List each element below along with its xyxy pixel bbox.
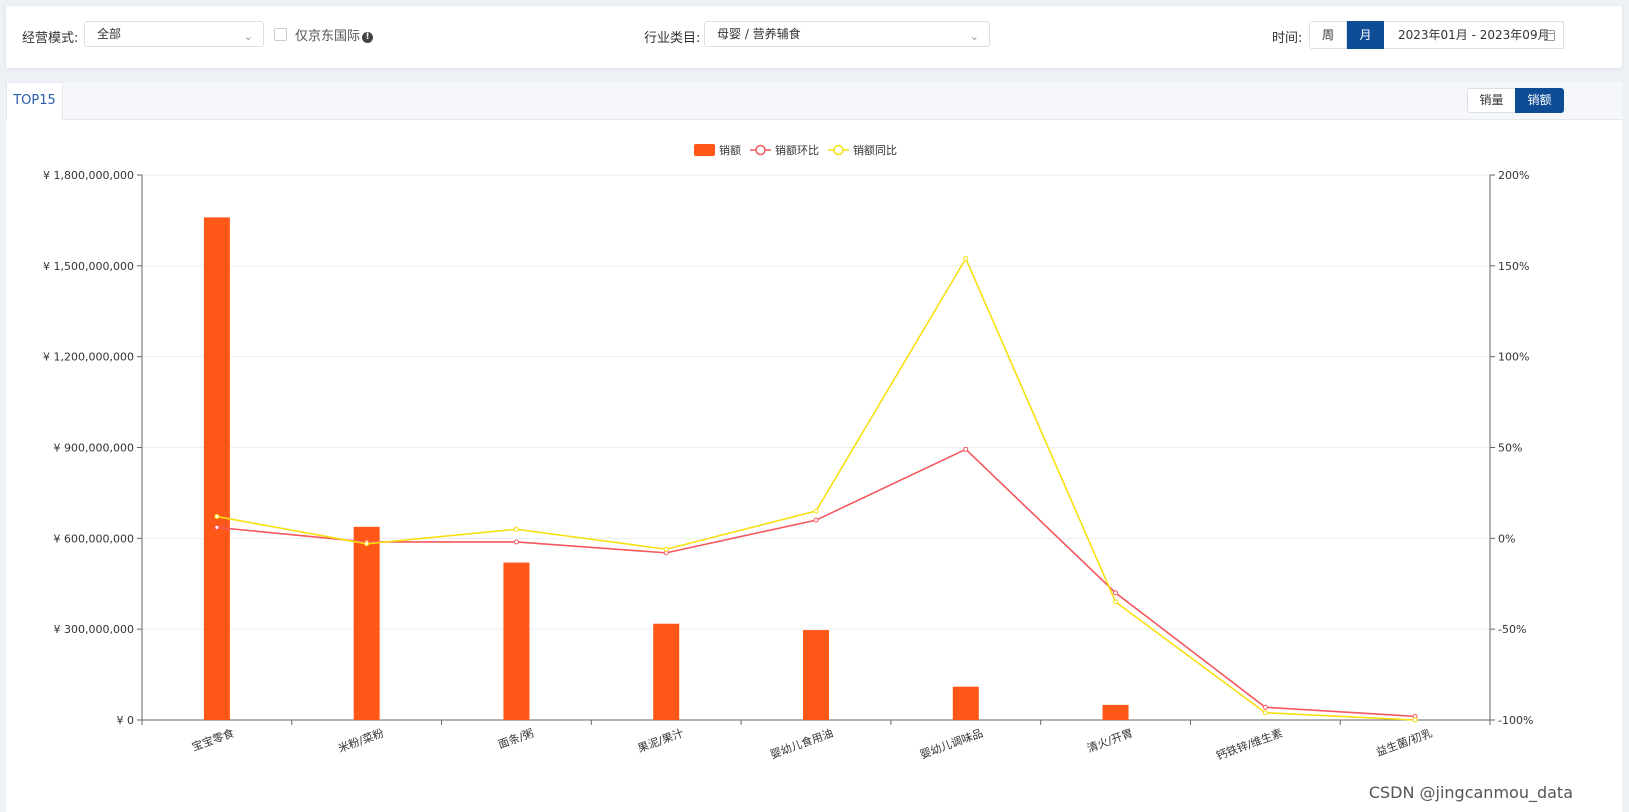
legend-swatch	[694, 144, 715, 156]
bar	[1102, 704, 1129, 720]
bar	[203, 217, 230, 720]
x-axis-tick-label: 益生菌/初乳	[1374, 726, 1434, 759]
line-point	[1113, 590, 1119, 596]
line-point	[214, 524, 220, 530]
bar	[353, 526, 380, 720]
line-point	[1262, 704, 1268, 710]
x-axis-tick-label: 宝宝零食	[190, 726, 236, 754]
x-axis-tick-label: 清火/开胃	[1085, 727, 1134, 756]
line-point	[663, 546, 669, 552]
right-axis-tick-label: 150%	[1498, 260, 1529, 273]
right-axis-tick-label: 200%	[1498, 169, 1529, 182]
bar	[503, 562, 530, 720]
line-point	[513, 539, 519, 545]
x-axis-tick-label: 果泥/果汁	[636, 727, 685, 756]
x-axis-tick-label: 米粉/菜粉	[336, 727, 385, 756]
right-axis-tick-label: 0%	[1498, 532, 1515, 545]
line-point	[813, 508, 819, 514]
combo-chart: ¥ 0 ¥ 300,000,000 ¥ 600,000,000 ¥ 900,000,0…	[43, 143, 1533, 763]
line-point	[513, 526, 519, 532]
line-point	[1262, 710, 1268, 716]
left-axis-tick-label: ¥ 1,500,000,000	[43, 260, 134, 273]
left-axis-tick-label: ¥ 600,000,000	[54, 532, 134, 545]
line-point	[813, 517, 819, 523]
line-point	[963, 256, 969, 262]
left-axis-tick-label: ¥ 1,800,000,000	[43, 169, 134, 182]
legend-swatch	[755, 144, 766, 156]
line-point	[214, 514, 220, 520]
x-axis-tick-label: 钙铁锌/维生素	[1214, 726, 1284, 763]
right-axis-tick-label: -50%	[1498, 623, 1526, 636]
left-axis-tick-label: ¥ 0	[117, 714, 135, 727]
line-point	[1113, 599, 1119, 605]
left-axis-tick-label: ¥ 900,000,000	[54, 442, 134, 455]
left-axis-tick-label: ¥ 300,000,000	[54, 623, 134, 636]
watermark: CSDN @jingcanmou_data	[1368, 783, 1573, 802]
legend-label: 销额	[719, 143, 741, 157]
right-axis-tick-label: 50%	[1498, 442, 1522, 455]
bar	[803, 630, 829, 720]
x-axis-tick-label: 面条/粥	[496, 726, 535, 752]
line-point	[963, 446, 969, 452]
legend-label: 销额环比	[775, 143, 819, 157]
right-axis-tick-label: -100%	[1498, 714, 1533, 727]
legend-label: 销额同比	[853, 143, 897, 157]
legend-swatch	[833, 144, 844, 156]
line-point	[364, 541, 370, 547]
left-axis-tick-label: ¥ 1,200,000,000	[43, 351, 134, 364]
bar	[952, 686, 979, 720]
right-axis-tick-label: 100%	[1498, 351, 1529, 364]
x-axis-tick-label: 婴幼儿调味品	[918, 727, 984, 762]
bar	[653, 623, 680, 720]
line-point	[1412, 717, 1418, 723]
x-axis-tick-label: 婴幼儿食用油	[768, 726, 835, 762]
